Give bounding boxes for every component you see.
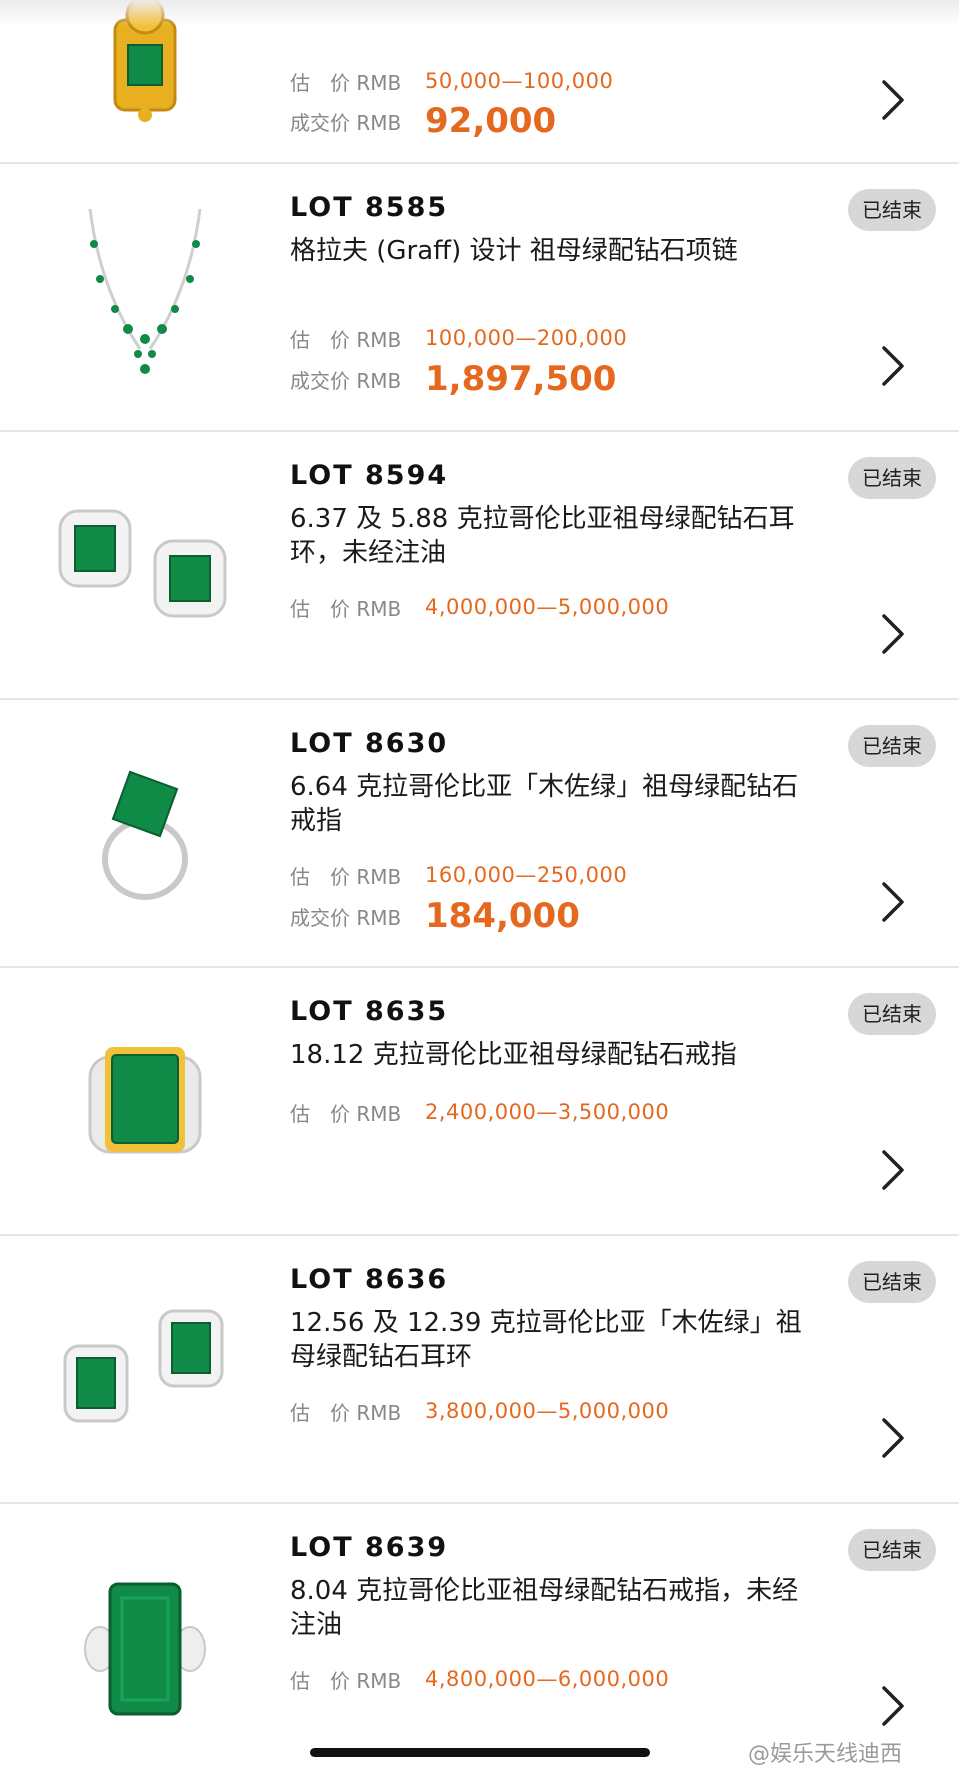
estimate-label: 估 价 RMB (290, 1400, 402, 1425)
lot-title: 格拉夫 (Graff) 设计 祖母绿配钻石项链 (290, 236, 738, 266)
emerald-earrings-icon (50, 1266, 240, 1466)
emerald-ring-icon (50, 1002, 240, 1202)
lot-title: 6.37 及 5.88 克拉哥伦比亚祖母绿配钻石耳环，未经注油 (290, 504, 795, 568)
estimate-label: 估 价 RMB (290, 1101, 402, 1126)
sold-label: 成交价 RMB (290, 110, 402, 135)
sold-value: 92,000 (425, 101, 557, 141)
lot-title: 18.12 克拉哥伦比亚祖母绿配钻石戒指 (290, 1040, 737, 1070)
chevron-right-icon[interactable] (878, 1416, 908, 1460)
emerald-ring-icon (50, 1544, 240, 1744)
estimate-label: 估 价 RMB (290, 327, 402, 352)
lot-number: LOT 8630 (290, 728, 449, 759)
chevron-right-icon[interactable] (878, 344, 908, 388)
top-fade (0, 0, 959, 26)
sold-value: 1,897,500 (425, 359, 617, 399)
lot-number: LOT 8639 (290, 1532, 449, 1563)
estimate-value: 3,800,000—5,000,000 (425, 1399, 670, 1423)
estimate-value: 100,000—200,000 (425, 326, 628, 350)
lot-item[interactable]: LOT 8639 8.04 克拉哥伦比亚祖母绿配钻石戒指，未经注油 已结束 估 … (0, 1504, 959, 1772)
chevron-right-icon[interactable] (878, 612, 908, 656)
home-indicator[interactable] (310, 1748, 650, 1757)
emerald-earrings-icon (50, 466, 240, 666)
estimate-value: 2,400,000—3,500,000 (425, 1100, 670, 1124)
lot-title: 6.64 克拉哥伦比亚「木佐绿」祖母绿配钻石戒指 (290, 772, 799, 836)
estimate-label: 估 价 RMB (290, 864, 402, 889)
watermark: @娱乐天线迪西 (748, 1742, 903, 1767)
emerald-necklace-icon (50, 194, 240, 394)
lot-item[interactable]: LOT 8594 6.37 及 5.88 克拉哥伦比亚祖母绿配钻石耳环，未经注油… (0, 432, 959, 700)
sold-label: 成交价 RMB (290, 368, 402, 393)
estimate-value: 4,800,000—6,000,000 (425, 1667, 670, 1691)
estimate-value: 160,000—250,000 (425, 863, 628, 887)
status-badge: 已结束 (848, 457, 936, 499)
chevron-right-icon[interactable] (878, 880, 908, 924)
emerald-ring-icon (50, 734, 240, 934)
lot-number: LOT 8594 (290, 460, 449, 491)
lot-number: LOT 8635 (290, 996, 449, 1027)
lot-item[interactable]: LOT 8636 12.56 及 12.39 克拉哥伦比亚「木佐绿」祖母绿配钻石… (0, 1236, 959, 1504)
chevron-right-icon[interactable] (878, 1148, 908, 1192)
chevron-right-icon[interactable] (878, 1684, 908, 1728)
status-badge: 已结束 (848, 189, 936, 231)
estimate-label: 估 价 RMB (290, 70, 402, 95)
lot-item[interactable]: LOT 8630 6.64 克拉哥伦比亚「木佐绿」祖母绿配钻石戒指 已结束 估 … (0, 700, 959, 968)
lot-number: LOT 8585 (290, 192, 449, 223)
sold-label: 成交价 RMB (290, 905, 402, 930)
status-badge: 已结束 (848, 993, 936, 1035)
estimate-value: 4,000,000—5,000,000 (425, 595, 670, 619)
chevron-right-icon[interactable] (878, 78, 908, 122)
lot-item[interactable]: LOT 8585 格拉夫 (Graff) 设计 祖母绿配钻石项链 已结束 估 价… (0, 164, 959, 432)
status-badge: 已结束 (848, 1529, 936, 1571)
status-badge: 已结束 (848, 725, 936, 767)
estimate-label: 估 价 RMB (290, 596, 402, 621)
lot-number: LOT 8636 (290, 1264, 449, 1295)
lot-title: 8.04 克拉哥伦比亚祖母绿配钻石戒指，未经注油 (290, 1576, 799, 1640)
status-badge: 已结束 (848, 1261, 936, 1303)
lot-title: 12.56 及 12.39 克拉哥伦比亚「木佐绿」祖母绿配钻石耳环 (290, 1308, 802, 1372)
estimate-value: 50,000—100,000 (425, 69, 614, 93)
sold-value: 184,000 (425, 896, 580, 936)
estimate-label: 估 价 RMB (290, 1668, 402, 1693)
lot-item[interactable]: LOT 8635 18.12 克拉哥伦比亚祖母绿配钻石戒指 已结束 估 价 RM… (0, 968, 959, 1236)
